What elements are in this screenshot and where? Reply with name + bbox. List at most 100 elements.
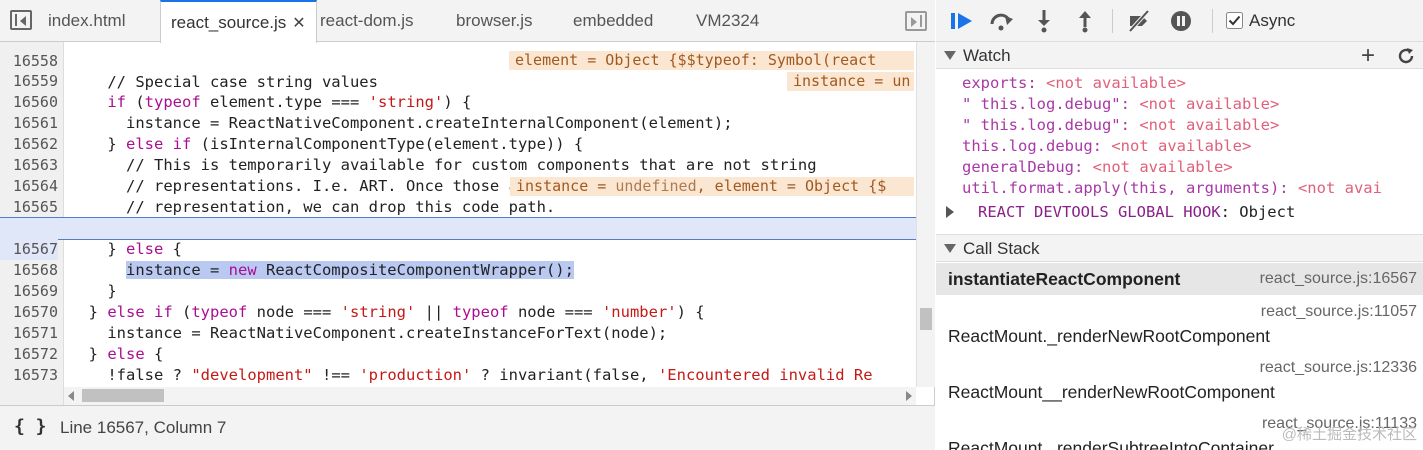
deactivate-breakpoints-icon[interactable] [1126, 8, 1152, 34]
watch-value: <not available> [1046, 74, 1186, 92]
watch-expr: util.format.apply(this, arguments) [962, 179, 1280, 197]
horizontal-scrollbar[interactable] [64, 387, 916, 405]
watch-section-header[interactable]: Watch + [936, 41, 1423, 69]
call-stack-frame[interactable]: react_source.js:12336 ReactMount__render… [936, 352, 1423, 407]
code-line: 16562 // This is temporarily available f… [0, 113, 916, 174]
section-title: Call Stack [963, 239, 1040, 258]
step-into-icon[interactable] [1031, 8, 1057, 34]
async-label[interactable]: Async [1249, 11, 1295, 31]
frame-location: react_source.js:12336 [1259, 359, 1417, 376]
source-editor-pane: index.html react_source.js ✕ react-dom.js… [0, 0, 935, 450]
frame-function-name: instantiateReactComponent [948, 269, 1181, 289]
tab-label: embedded [573, 11, 654, 30]
frame-location: react_source.js:16567 [1259, 270, 1417, 287]
code-line: 16561 } else if (isInternalComponentType… [0, 92, 916, 153]
scrollbar-thumb[interactable] [920, 308, 932, 330]
add-watch-icon[interactable]: + [1361, 42, 1375, 70]
code-line: 16570 instance = ReactNativeComponent.cr… [0, 281, 916, 342]
step-over-icon[interactable] [988, 8, 1014, 34]
inline-value: instance = un [787, 72, 914, 91]
vertical-scrollbar[interactable] [916, 42, 935, 387]
code-line: 16573 } [0, 344, 916, 384]
watch-expr: exports [962, 74, 1028, 92]
section-title: Watch [963, 46, 1011, 65]
close-tab-icon[interactable]: ✕ [292, 3, 305, 45]
frame-function-name: ReactMount._renderSubtreeIntoContainer [948, 438, 1274, 450]
step-out-icon[interactable] [1072, 8, 1098, 34]
toolbar-separator [1212, 9, 1213, 33]
scroll-right-icon[interactable] [906, 391, 912, 401]
pretty-print-button[interactable]: { } [14, 416, 47, 437]
code-line: 16575 [0, 385, 64, 425]
tab-react-dom-js[interactable]: react-dom.js [310, 0, 424, 42]
watch-colon: : [1027, 74, 1046, 92]
line-number-gutter-bottom: 16575 [0, 385, 64, 425]
tab-react-source-js[interactable]: react_source.js ✕ [160, 0, 317, 43]
code-line: 16563 // representations. I.e. ART. Once… [0, 134, 916, 195]
code-line: 16568 } [0, 239, 916, 300]
tab-label: react_source.js [171, 13, 287, 32]
watch-expr: " this.log.debug" [962, 95, 1121, 113]
watch-expression[interactable]: " this.log.debug": <not available> [962, 115, 1422, 136]
watch-expression[interactable]: util.format.apply(this, arguments): <not… [962, 178, 1422, 199]
resume-icon[interactable] [948, 8, 974, 34]
watch-colon: : [1073, 158, 1093, 176]
frame-location: react_source.js:11057 [1260, 303, 1417, 320]
pause-on-exceptions-icon[interactable] [1168, 8, 1194, 34]
tab-label: browser.js [456, 11, 533, 30]
watch-expression[interactable]: this.log.debug: <not available> [962, 136, 1422, 157]
code-line: 16571 } else { [0, 302, 916, 363]
expand-triangle-icon[interactable] [946, 206, 954, 218]
code-line: 16566 } else { [0, 197, 916, 258]
watch-value: <not available> [1139, 95, 1280, 113]
code-line: 16574 [0, 365, 916, 386]
tab-embedded[interactable]: embedded [563, 0, 663, 42]
call-stack-section-header[interactable]: Call Stack [936, 234, 1423, 262]
refresh-icon[interactable] [1397, 47, 1415, 65]
inline-value: instance = undefined, element = Object {… [510, 177, 914, 196]
object-value: : Object [1220, 203, 1296, 221]
watch-colon: : [1120, 116, 1140, 134]
code-line: 16572 !false ? "development" !== 'produc… [0, 323, 916, 384]
tab-vm2324[interactable]: VM2324 [686, 0, 769, 42]
call-stack-frame-selected[interactable]: instantiateReactComponent react_source.j… [936, 263, 1423, 295]
code-line: 16569 } else if (typeof node === 'string… [0, 260, 916, 321]
watch-expr: generalDebug [962, 158, 1074, 176]
inline-value-text: instance = [516, 177, 616, 195]
scroll-left-icon[interactable] [68, 391, 74, 401]
watch-expression[interactable]: generalDebug: <not available> [962, 157, 1422, 178]
toggle-debugger-icon[interactable] [905, 11, 927, 31]
debugger-toolbar: Async [936, 0, 1423, 42]
debugger-sidebar: Async Watch + exports: <not available> "… [936, 0, 1423, 450]
async-checkbox[interactable] [1226, 12, 1243, 29]
toolbar-separator [1112, 9, 1113, 33]
object-name: REACT DEVTOOLS GLOBAL HOOK [978, 203, 1221, 221]
code-editor[interactable]: 16558 // Special case string values 1655… [0, 42, 916, 387]
scrollbar-thumb[interactable] [82, 389, 164, 402]
inline-value-text: , element = Object {$ [696, 177, 887, 195]
editor-status-bar: { } Line 16567, Column 7 [0, 405, 935, 450]
watch-expression[interactable]: exports: <not available> [962, 73, 1422, 94]
tab-index-html[interactable]: index.html [38, 0, 135, 42]
watch-expression[interactable]: " this.log.debug": <not available> [962, 94, 1422, 115]
watch-expr: " this.log.debug" [962, 116, 1121, 134]
watch-value: <not available> [1111, 137, 1252, 155]
watch-value: <not available> [1139, 116, 1280, 134]
call-stack-frame[interactable]: react_source.js:11057 ReactMount._render… [936, 296, 1423, 351]
tab-label: react-dom.js [320, 11, 414, 30]
watch-value: <not avai [1297, 179, 1382, 197]
code-line: 16564 // representation, we can drop thi… [0, 155, 916, 216]
tab-label: index.html [48, 11, 126, 30]
watch-colon: : [1092, 137, 1112, 155]
code-line: 16560 instance = ReactNativeComponent.cr… [0, 71, 916, 132]
inline-value: element = Object {$$typeof: Symbol(react [509, 51, 914, 70]
watch-value: <not available> [1092, 158, 1233, 176]
code-line: 16559 if (typeof element.type === 'strin… [0, 50, 916, 111]
current-execution-line: 16567 instance = new ReactCompositeCompo… [0, 217, 916, 279]
global-hook-object-row[interactable]: REACT DEVTOOLS GLOBAL HOOK: Object [946, 202, 1416, 223]
toggle-navigator-icon[interactable] [10, 10, 32, 30]
watermark: @稀土掘金技术社区 [1281, 426, 1417, 443]
cursor-position: Line 16567, Column 7 [60, 418, 227, 437]
code-line: 16565 instance = new element.type(elemen… [0, 176, 916, 237]
tab-browser-js[interactable]: browser.js [446, 0, 543, 42]
